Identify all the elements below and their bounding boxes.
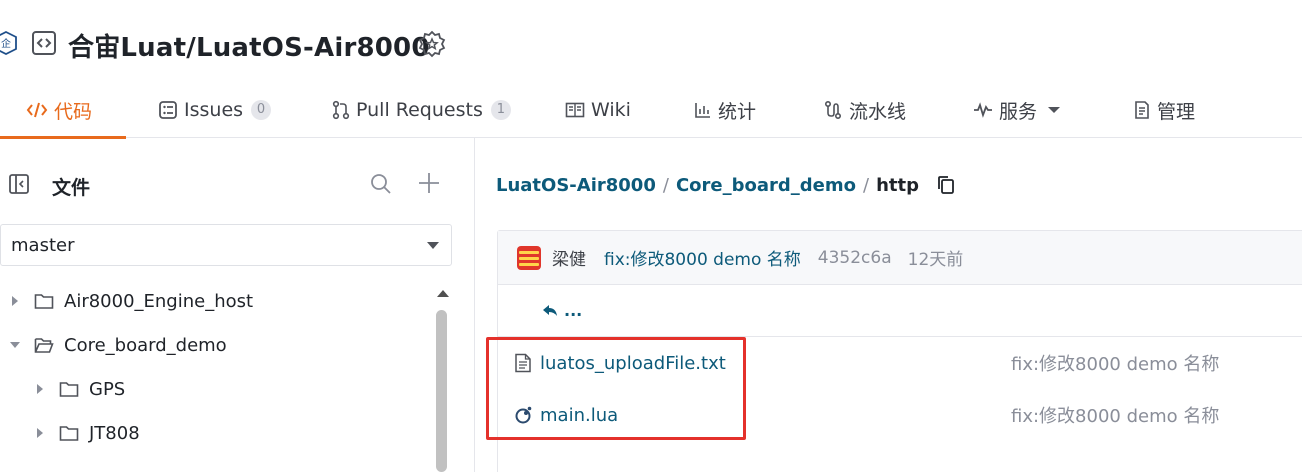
tab-label: 统计 xyxy=(718,100,757,123)
issues-count-badge: 0 xyxy=(251,100,272,120)
tab-label: 服务 xyxy=(999,100,1038,123)
tree-item-air8000-engine-host[interactable]: Air8000_Engine_host xyxy=(8,279,253,323)
tab-label: 代码 xyxy=(54,100,93,123)
tab-pipeline[interactable]: 流水线 xyxy=(823,82,906,138)
branch-select[interactable]: master xyxy=(0,224,452,266)
enterprise-icon[interactable]: 企 xyxy=(0,30,18,56)
search-icon[interactable] xyxy=(369,172,393,196)
parent-directory-label: ... xyxy=(564,301,583,320)
pull-requests-count-badge: 1 xyxy=(490,100,511,120)
pipeline-icon xyxy=(824,100,842,120)
pull-request-icon xyxy=(332,100,350,120)
file-row[interactable]: main.lua fix:修改8000 demo 名称 xyxy=(498,389,1302,441)
issues-icon xyxy=(159,101,177,119)
file-list: 梁健 fix:修改8000 demo 名称 4352c6a 12天前 ... l… xyxy=(497,230,1302,472)
tab-stats[interactable]: 统计 xyxy=(694,82,756,138)
tree-item-label: Air8000_Engine_host xyxy=(64,290,254,312)
lua-file-icon xyxy=(515,406,532,424)
tree-item-label: JT808 xyxy=(89,422,140,444)
breadcrumb-separator: / xyxy=(862,174,870,196)
repo-title[interactable]: 合宙Luat/LuatOS-Air8000 xyxy=(68,27,430,64)
breadcrumb: LuatOS-Air8000 / Core_board_demo / http xyxy=(496,172,956,198)
avatar[interactable] xyxy=(517,245,541,270)
sidebar-header: 文件 xyxy=(0,138,475,224)
tab-label: Pull Requests xyxy=(356,99,483,121)
breadcrumb-parent[interactable]: Core_board_demo xyxy=(676,175,856,196)
add-file-icon[interactable] xyxy=(417,171,441,195)
tree-item-jt808[interactable]: JT808 xyxy=(33,411,140,455)
file-commit-message[interactable]: fix:修改8000 demo 名称 xyxy=(1011,350,1219,376)
code-icon xyxy=(26,102,48,118)
tab-issues[interactable]: Issues 0 xyxy=(158,82,272,138)
commit-sha[interactable]: 4352c6a xyxy=(818,248,892,268)
award-badge-icon[interactable] xyxy=(418,30,446,60)
tab-services[interactable]: 服务 xyxy=(973,82,1067,138)
latest-commit-bar: 梁健 fix:修改8000 demo 名称 4352c6a 12天前 xyxy=(498,231,1302,285)
code-repo-icon xyxy=(32,31,56,55)
folder-open-icon xyxy=(34,338,54,353)
tab-wiki[interactable]: Wiki xyxy=(565,82,631,138)
folder-icon xyxy=(59,426,79,441)
file-browser-main: LuatOS-Air8000 / Core_board_demo / http … xyxy=(476,138,1302,472)
caret-down-icon xyxy=(427,242,439,249)
sidebar-title: 文件 xyxy=(52,177,91,199)
tab-label: 流水线 xyxy=(849,100,907,123)
commit-message[interactable]: fix:修改8000 demo 名称 xyxy=(604,245,801,270)
tab-code[interactable]: 代码 xyxy=(0,82,126,139)
tab-label: 管理 xyxy=(1157,100,1196,123)
repo-header: 企 合宙Luat/LuatOS-Air8000 xyxy=(0,0,1302,82)
tree-item-label: GPS xyxy=(89,378,126,400)
tree-item-label: Core_board_demo xyxy=(64,334,227,356)
breadcrumb-root[interactable]: LuatOS-Air8000 xyxy=(496,175,656,196)
scrollbar-thumb[interactable] xyxy=(436,310,447,472)
file-name-link[interactable]: luatos_uploadFile.txt xyxy=(540,353,726,374)
file-commit-message[interactable]: fix:修改8000 demo 名称 xyxy=(1011,402,1219,428)
stats-icon xyxy=(695,103,710,118)
chevron-right-icon[interactable] xyxy=(33,382,47,396)
branch-name: master xyxy=(11,234,75,256)
chevron-down-icon[interactable] xyxy=(8,338,22,352)
svg-text:企: 企 xyxy=(1,37,11,50)
tree-item-core-board-demo[interactable]: Core_board_demo xyxy=(8,323,227,367)
collapse-sidebar-icon[interactable] xyxy=(8,173,30,195)
breadcrumb-separator: / xyxy=(662,174,669,196)
parent-directory-row[interactable]: ... xyxy=(498,285,1302,337)
tab-label: Wiki xyxy=(591,99,631,121)
copy-icon[interactable] xyxy=(936,174,956,196)
repo-tab-bar: 代码 Issues 0 Pull Requests 1 Wiki 统计 流水线 … xyxy=(0,82,1302,139)
reply-back-icon xyxy=(543,304,557,316)
tab-manage[interactable]: 管理 xyxy=(1133,82,1195,138)
folder-icon xyxy=(59,382,79,397)
manage-icon xyxy=(1135,101,1149,119)
chevron-down-icon xyxy=(1048,107,1061,113)
chevron-right-icon[interactable] xyxy=(33,426,47,440)
file-tree-sidebar: 文件 master Air8000_Engine_host Core_board… xyxy=(0,138,475,472)
folder-icon xyxy=(34,294,54,309)
chevron-right-icon[interactable] xyxy=(8,294,22,308)
tab-pull-requests[interactable]: Pull Requests 1 xyxy=(332,82,511,138)
commit-author[interactable]: 梁健 xyxy=(552,245,586,270)
scroll-up-arrow-icon[interactable] xyxy=(437,290,449,297)
file-name-link[interactable]: main.lua xyxy=(540,405,618,426)
text-file-icon xyxy=(515,353,531,373)
tree-item-gps[interactable]: GPS xyxy=(33,367,125,411)
file-row[interactable]: luatos_uploadFile.txt fix:修改8000 demo 名称 xyxy=(498,337,1302,389)
tab-label: Issues xyxy=(184,99,244,121)
commit-time: 12天前 xyxy=(907,250,964,270)
breadcrumb-current: http xyxy=(876,174,919,196)
wiki-icon xyxy=(565,102,585,118)
service-icon xyxy=(974,102,992,118)
